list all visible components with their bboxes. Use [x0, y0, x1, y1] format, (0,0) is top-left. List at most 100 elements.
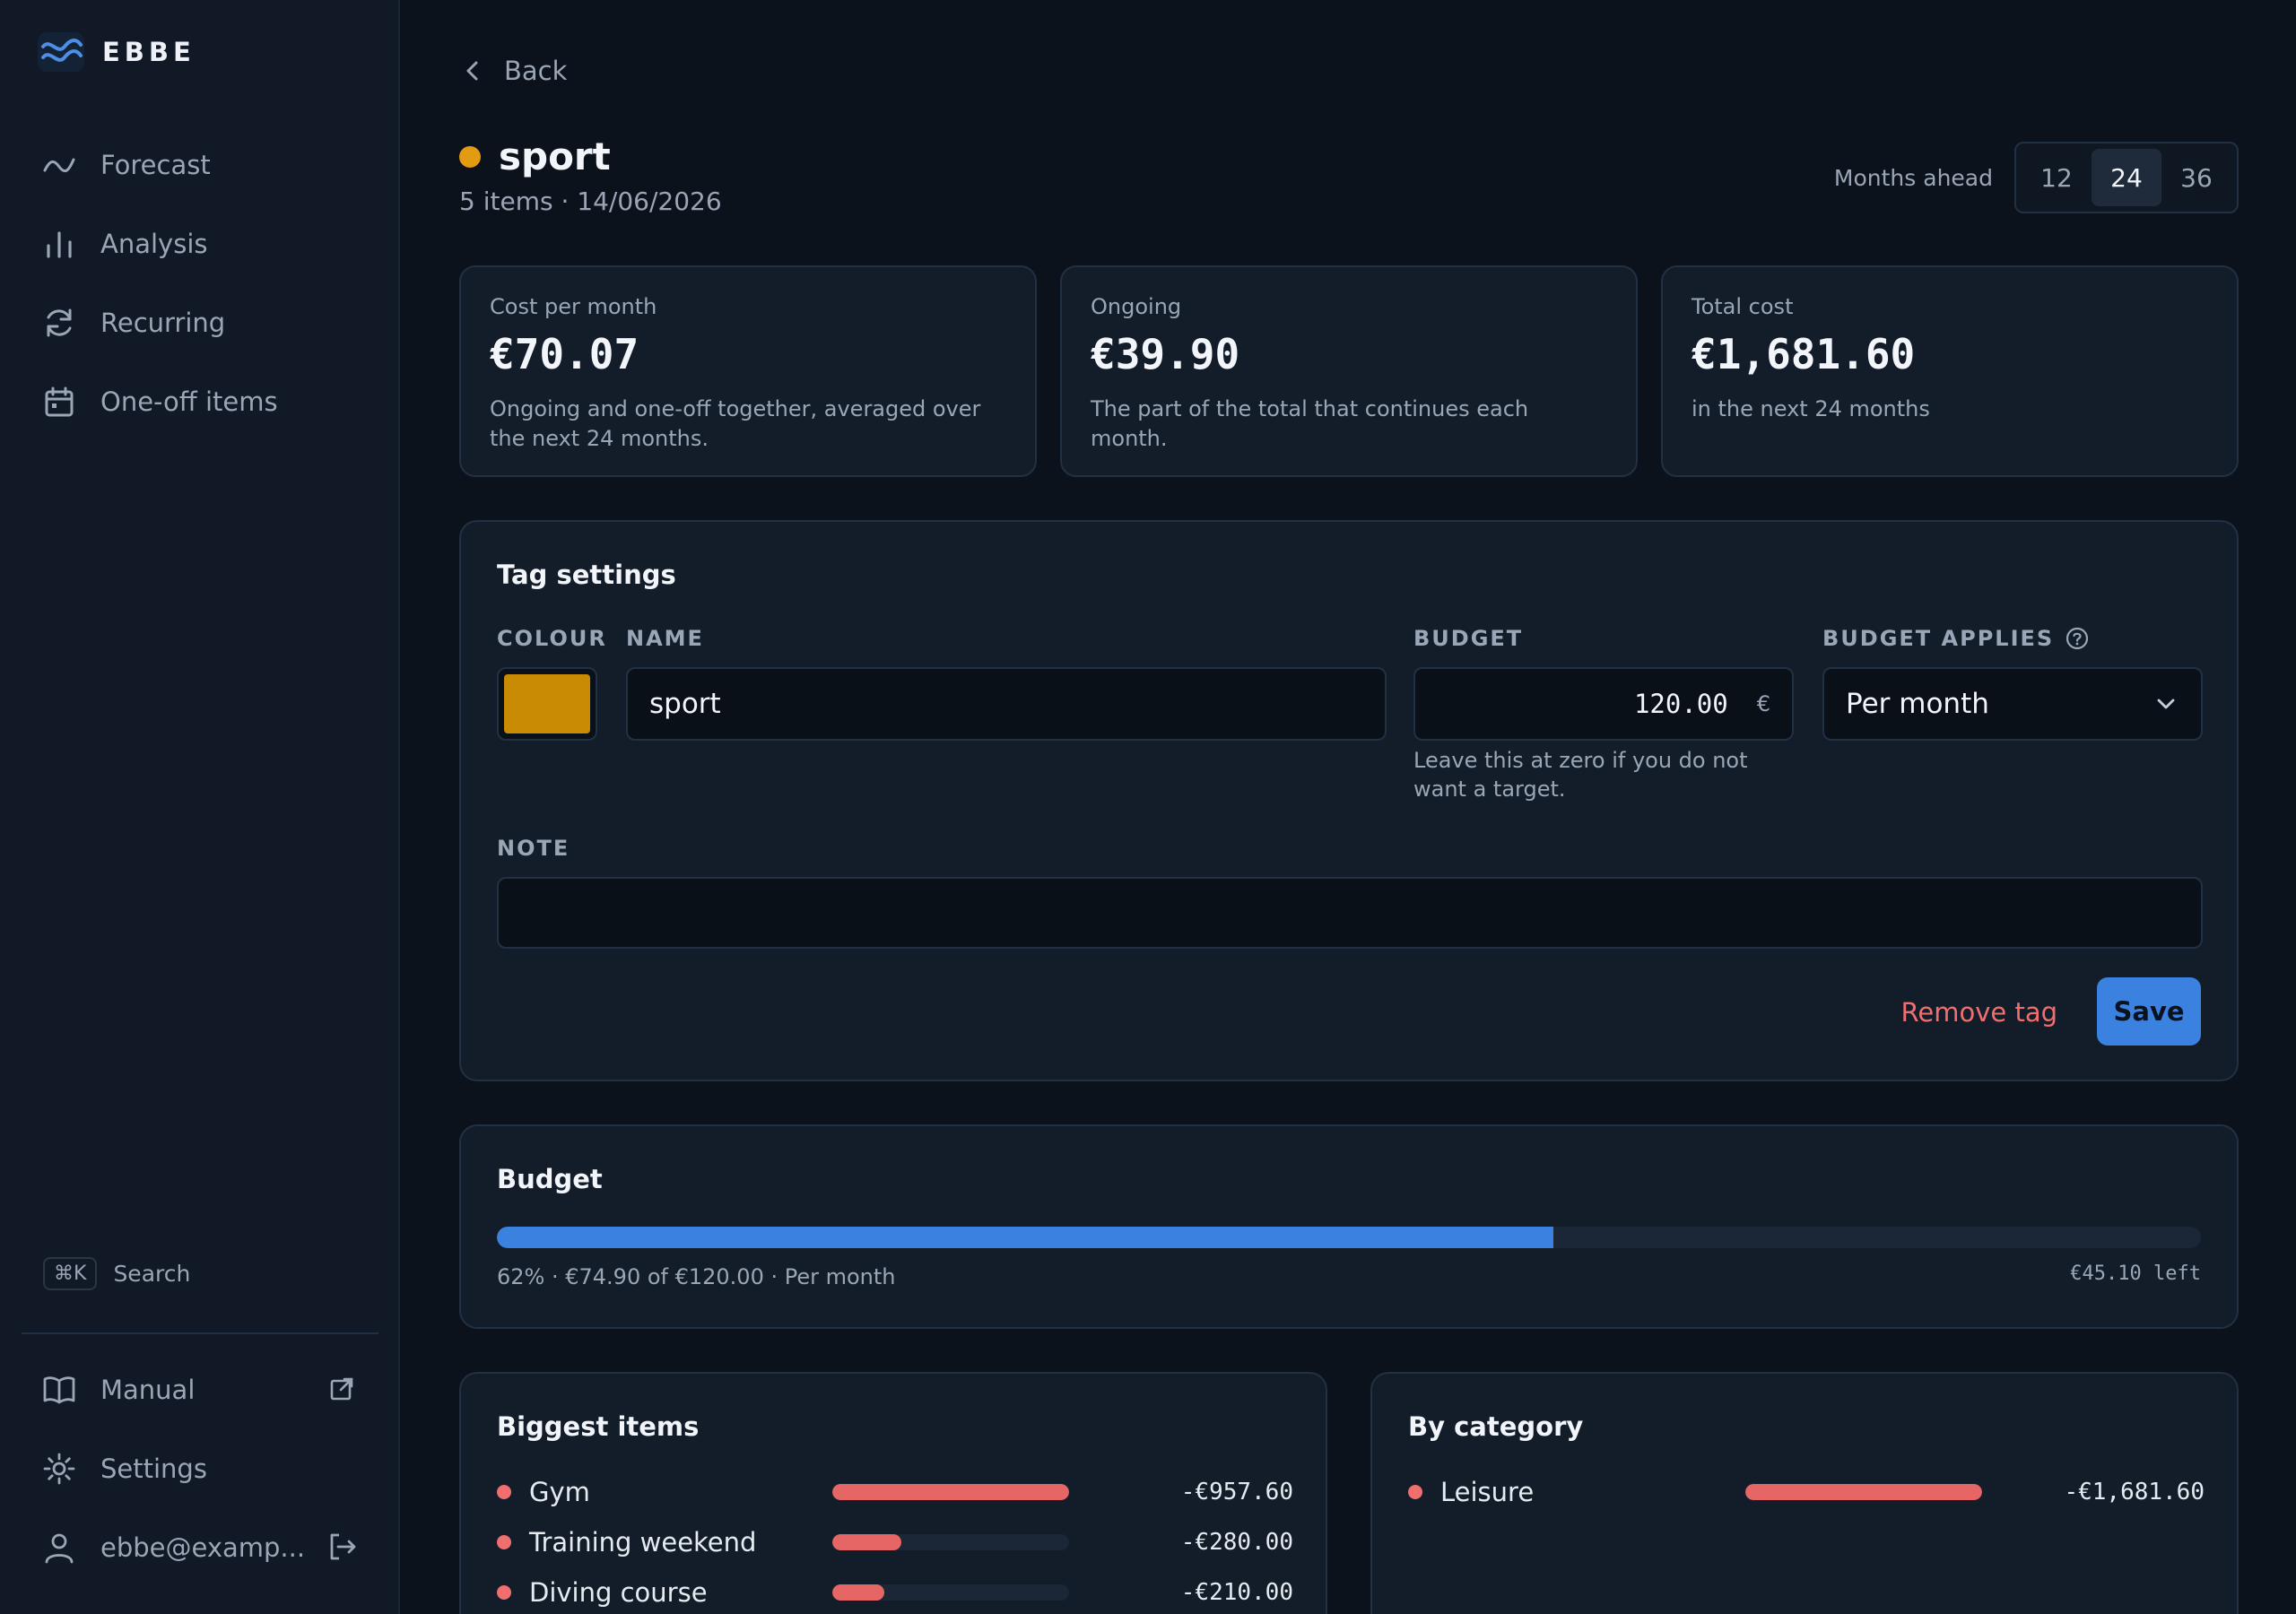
sidebar-item-analysis[interactable]: Analysis: [0, 204, 398, 283]
colour-picker[interactable]: [497, 667, 597, 741]
item-dot: [497, 1485, 511, 1499]
category-dot: [1408, 1485, 1422, 1499]
calendar-icon: [45, 386, 74, 417]
item-share-fill: [832, 1584, 885, 1601]
item-share-track: [832, 1484, 1069, 1500]
note-label: NOTE: [497, 836, 570, 861]
stat-card-total-cost: Total cost €1,681.60 in the next 24 mont…: [1661, 265, 2239, 477]
user-email: ebbe@examp...: [100, 1532, 306, 1563]
months-option-24[interactable]: 24: [2092, 149, 2161, 206]
sidebar-nav: Forecast Analysis Recurring One-off item…: [0, 126, 398, 441]
months-option-36[interactable]: 36: [2161, 149, 2231, 206]
stat-label: Total cost: [1692, 294, 1794, 319]
stat-value: €39.90: [1091, 330, 1240, 378]
category-share-track: [1745, 1484, 1982, 1500]
budget-remaining: €45.10 left: [2070, 1263, 2201, 1285]
search-shortcut[interactable]: ⌘K Search: [43, 1257, 190, 1290]
item-name: Diving course: [529, 1577, 708, 1608]
sidebar-item-recurring[interactable]: Recurring: [0, 283, 398, 362]
sidebar-item-label: Recurring: [100, 308, 226, 338]
stat-cards: Cost per month €70.07 Ongoing and one-of…: [459, 265, 2239, 477]
user-icon: [45, 1533, 74, 1564]
item-share-track: [832, 1584, 1069, 1601]
sidebar-bottom: Manual Settings ebbe@examp...: [0, 1350, 398, 1587]
tag-settings-title: Tag settings: [497, 560, 676, 590]
refresh-icon: [47, 308, 72, 337]
budget-caption: 62% · €74.90 of €120.00 · Per month: [497, 1264, 896, 1289]
sidebar-item-label: Settings: [100, 1453, 207, 1484]
trend-icon: [43, 158, 75, 173]
name-label: NAME: [626, 626, 704, 651]
colour-label: COLOUR: [497, 626, 607, 651]
page-title: sport: [499, 134, 611, 178]
item-amount: -€957.60: [1180, 1479, 1293, 1506]
category-name: Leisure: [1440, 1477, 1535, 1507]
chevron-down-icon: [2157, 699, 2175, 709]
list-item[interactable]: Training weekend -€280.00: [497, 1524, 1293, 1560]
item-share-track: [832, 1534, 1069, 1550]
budget-label: BUDGET: [1413, 626, 1524, 651]
stat-description: Ongoing and one-off together, averaged o…: [490, 396, 981, 451]
list-item[interactable]: Gym -€957.60: [497, 1474, 1293, 1510]
sidebar-item-manual[interactable]: Manual: [0, 1350, 398, 1429]
item-amount: -€280.00: [1180, 1529, 1293, 1556]
colour-swatch-fill: [504, 674, 590, 733]
help-icon[interactable]: [2065, 626, 2090, 651]
sidebar: EBBE Forecast Analysis Recurring One-off…: [0, 0, 400, 1614]
category-row[interactable]: Leisure -€1,681.60: [1408, 1474, 2205, 1510]
item-name: Training weekend: [529, 1527, 757, 1558]
note-input[interactable]: [497, 877, 2203, 949]
currency-suffix: €: [1756, 691, 1770, 716]
budget-applies-text: BUDGET APPLIES: [1822, 626, 2055, 651]
sidebar-item-label: Analysis: [100, 229, 208, 259]
months-segmented-control: 12 24 36: [2014, 142, 2239, 213]
item-name: Gym: [529, 1477, 590, 1507]
sidebar-item-forecast[interactable]: Forecast: [0, 126, 398, 204]
stat-value: €1,681.60: [1692, 330, 1916, 378]
sidebar-item-label: Manual: [100, 1375, 196, 1405]
item-share-fill: [832, 1484, 1069, 1500]
name-input-value: sport: [649, 688, 721, 720]
list-item[interactable]: Diving course -€210.00: [497, 1575, 1293, 1610]
sidebar-item-one-off-items[interactable]: One-off items: [0, 362, 398, 441]
sidebar-divider: [22, 1332, 378, 1334]
budget-applies-value: Per month: [1846, 688, 1989, 720]
sidebar-item-label: Forecast: [100, 150, 211, 180]
budget-progress-fill: [497, 1227, 1553, 1248]
biggest-items-title: Biggest items: [497, 1411, 700, 1442]
category-amount: -€1,681.60: [2064, 1479, 2205, 1506]
back-label: Back: [504, 56, 568, 86]
save-button[interactable]: Save: [2097, 977, 2201, 1046]
sidebar-item-user[interactable]: ebbe@examp...: [0, 1508, 398, 1587]
item-share-fill: [832, 1534, 901, 1550]
sun-settings-icon: [43, 1453, 75, 1485]
wave-logo-icon: [38, 32, 84, 72]
stat-value: €70.07: [490, 330, 639, 378]
months-option-12[interactable]: 12: [2022, 149, 2092, 206]
tag-color-dot: [459, 145, 481, 168]
back-link[interactable]: Back: [459, 56, 567, 86]
stat-label: Cost per month: [490, 294, 657, 319]
item-dot: [497, 1585, 511, 1600]
remove-tag-button[interactable]: Remove tag: [1901, 997, 2057, 1028]
months-ahead-control: Months ahead 12 24 36: [1834, 142, 2239, 213]
budget-applies-select[interactable]: Per month: [1822, 667, 2203, 741]
budget-input[interactable]: 120.00 €: [1413, 667, 1794, 741]
name-input[interactable]: sport: [626, 667, 1387, 741]
stat-description: in the next 24 months: [1692, 396, 1930, 421]
tag-settings-card: Tag settings COLOUR NAME BUDGET BUDGET A…: [459, 520, 2239, 1081]
brand[interactable]: EBBE: [38, 32, 196, 72]
stat-description: The part of the total that continues eac…: [1091, 396, 1529, 451]
stat-card-cost-per-month: Cost per month €70.07 Ongoing and one-of…: [459, 265, 1037, 477]
months-ahead-label: Months ahead: [1833, 164, 1993, 191]
logout-icon[interactable]: [325, 1530, 359, 1564]
page-subtitle: 5 items · 14/06/2026: [459, 187, 722, 216]
stat-card-ongoing: Ongoing €39.90 The part of the total tha…: [1060, 265, 1638, 477]
external-link-icon: [330, 1377, 353, 1401]
sidebar-item-settings[interactable]: Settings: [0, 1429, 398, 1508]
bar-chart-icon: [47, 231, 72, 258]
keyboard-shortcut-badge: ⌘K: [43, 1257, 98, 1290]
budget-title: Budget: [497, 1164, 603, 1194]
biggest-items-card: Biggest items Gym -€957.60 Training week…: [459, 1372, 1327, 1614]
stat-label: Ongoing: [1091, 294, 1182, 319]
